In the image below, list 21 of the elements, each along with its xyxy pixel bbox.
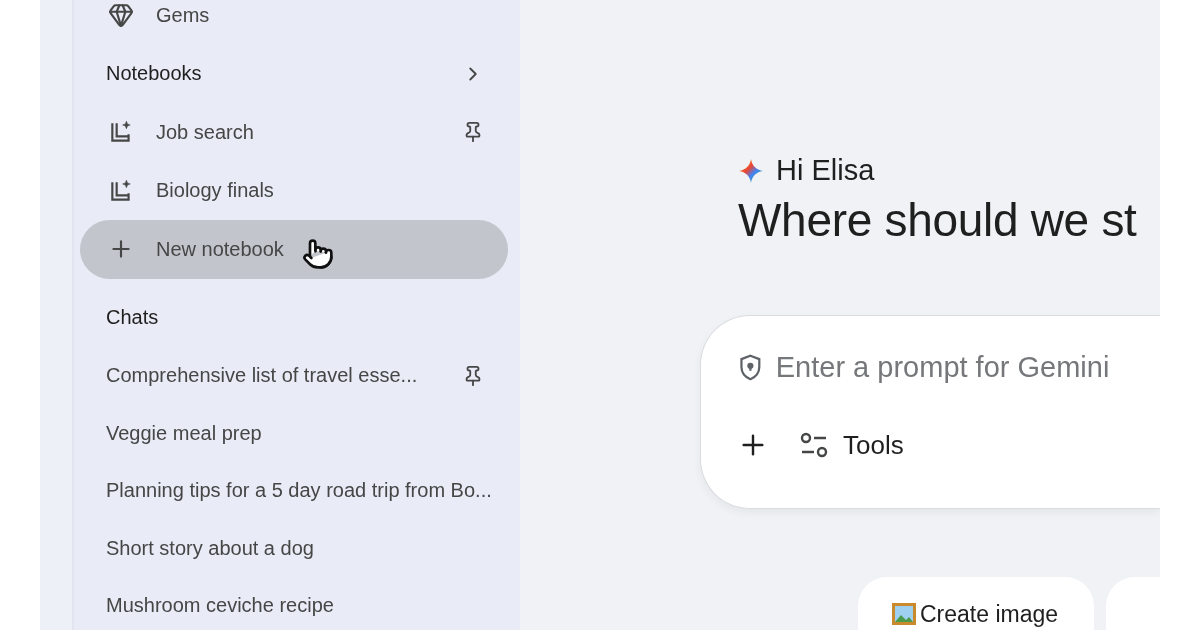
sidebar-item[interactable]: Gems [80,0,508,45]
gem-icon [108,2,134,29]
heading: Where should we st [738,193,1138,247]
notebook-item[interactable]: New notebook [80,220,508,279]
suggestion-chip[interactable]: Create image [858,577,1095,630]
chat-item[interactable]: Comprehensive list of travel esse... [80,347,508,405]
image-icon [892,603,916,625]
greeting-text: Hi Elisa [776,154,875,187]
section-title: Notebooks [106,62,202,86]
prompt-input[interactable]: Enter a prompt for Gemini [773,350,1160,385]
notebook-icon [108,177,134,204]
notebook-item[interactable]: Biology finals [80,161,508,220]
notebook-item[interactable]: Job search [80,103,508,162]
chat-item[interactable]: Short story about a dog [80,519,508,577]
hand-cursor-icon [302,238,334,270]
tools-button[interactable]: Tools [799,429,904,461]
chat-item[interactable]: Planning tips for a 5 day road trip from Bo... [80,462,508,520]
sliders-icon [799,431,829,459]
section-title: Chats [106,306,159,330]
chat-item[interactable]: Mushroom ceviche recipe [80,577,508,630]
chat-item[interactable]: Veggie meal prep [80,404,508,462]
